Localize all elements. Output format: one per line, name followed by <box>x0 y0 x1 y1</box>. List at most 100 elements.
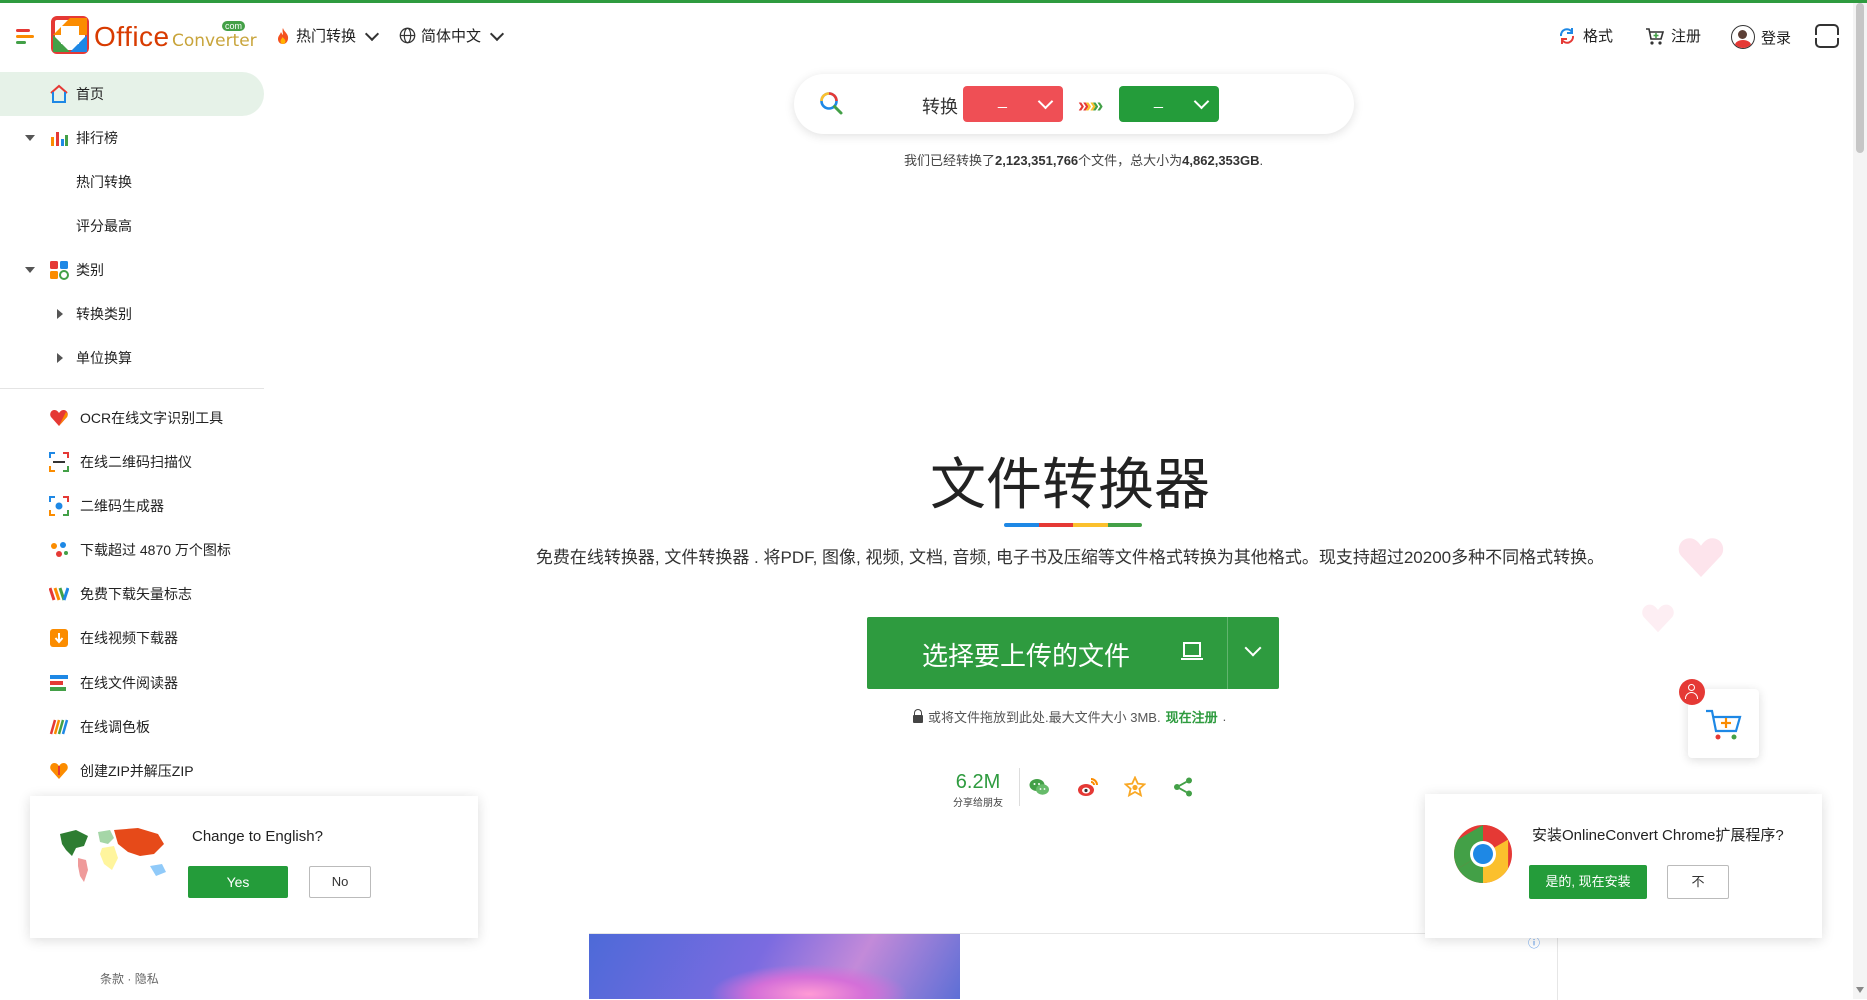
user-badge-icon[interactable] <box>1679 679 1705 705</box>
stats-total-size: 4,862,353GB <box>1182 153 1260 168</box>
weibo-icon[interactable] <box>1077 776 1099 798</box>
register-link[interactable]: 注册 <box>1645 25 1701 46</box>
office-logo-icon <box>51 16 89 54</box>
sidebar-item-unit-convert[interactable]: 单位换算 <box>0 336 264 380</box>
chevron-down-icon <box>489 26 505 41</box>
heart-decoration <box>1642 604 1674 633</box>
privacy-link[interactable]: 隐私 <box>135 972 159 986</box>
split-view-icon[interactable] <box>1814 24 1840 48</box>
cart-icon <box>1706 709 1742 740</box>
scrollbar-thumb[interactable] <box>1856 3 1864 153</box>
computer-icon <box>1181 642 1203 660</box>
sidebar-item-home[interactable]: 首页 <box>0 72 264 116</box>
sidebar-item-ranking[interactable]: 排行榜 <box>0 116 264 160</box>
logo-subtext: Converter <box>172 31 257 51</box>
to-format-value: _ <box>1154 92 1163 109</box>
bar-chart-icon <box>51 132 68 146</box>
sidebar-item-label: 在线调色板 <box>80 719 150 735</box>
language-label: 简体中文 <box>421 28 482 45</box>
to-format-select[interactable]: _ <box>1119 86 1219 122</box>
sidebar-item-top-rated[interactable]: 评分最高 <box>0 204 264 248</box>
no-button[interactable]: No <box>309 866 371 898</box>
sidebar-item-label: 首页 <box>76 86 104 102</box>
caret-down-icon <box>25 135 35 141</box>
chevron-down-icon[interactable] <box>1244 639 1262 657</box>
sidebar-item-label: 转换类别 <box>76 306 132 322</box>
sidebar-tool-zip[interactable]: 创建ZIP并解压ZIP <box>0 749 264 793</box>
header: Office Converter com 热门转换 简体中文 格式 注册 登录 <box>0 3 1867 67</box>
language-popup: Change to English? Yes No <box>30 796 478 938</box>
chevron-down-icon <box>1193 93 1210 110</box>
page-description: 免费在线转换器, 文件转换器 . 将PDF, 图像, 视频, 文档, 音频, 电… <box>535 548 1605 567</box>
sidebar-tool-video-download[interactable]: 在线视频下载器 <box>0 616 264 660</box>
home-icon <box>50 84 68 103</box>
share-icon[interactable] <box>1172 776 1194 798</box>
sidebar-item-label: 免费下载矢量标志 <box>80 586 192 602</box>
chrome-extension-popup: 安装OnlineConvert Chrome扩展程序? 是的, 现在安装 不 <box>1425 794 1822 938</box>
sidebar-item-convert-category[interactable]: 转换类别 <box>0 292 264 336</box>
scroll-down-arrow-icon[interactable] <box>1856 987 1864 993</box>
sidebar-item-label: OCR在线文字识别工具 <box>80 410 224 426</box>
heart-decoration <box>1678 538 1724 577</box>
register-now-link[interactable]: 现在注册 <box>1166 707 1218 726</box>
from-format-select[interactable]: _ <box>963 86 1063 122</box>
convert-arrows-icon <box>1559 27 1575 44</box>
sidebar-item-hot-convert[interactable]: 热门转换 <box>0 160 264 204</box>
sidebar-item-label: 排行榜 <box>76 130 118 146</box>
title-underline <box>1004 523 1142 527</box>
yes-button[interactable]: Yes <box>188 866 288 898</box>
stats-suffix: . <box>1259 153 1264 168</box>
login-link[interactable]: 登录 <box>1731 25 1791 49</box>
scrollbar[interactable] <box>1853 3 1867 999</box>
conversion-stats: 我们已经转换了2,123,351,766个文件，总大小为4,862,353GB. <box>904 150 1263 169</box>
logo[interactable]: Office Converter com <box>50 13 257 59</box>
file-reader-icon <box>50 675 68 691</box>
footer-separator: · <box>127 972 132 986</box>
wechat-icon[interactable] <box>1028 776 1050 798</box>
ad-image[interactable] <box>589 934 960 999</box>
menu-icon[interactable] <box>16 29 34 44</box>
category-icon <box>50 261 69 280</box>
sidebar-item-category[interactable]: 类别 <box>0 248 264 292</box>
share-divider <box>1019 768 1020 806</box>
arrows-icon: »»» <box>1078 95 1103 117</box>
sidebar-item-label: 创建ZIP并解压ZIP <box>80 763 194 779</box>
chevron-down-icon <box>1037 93 1054 110</box>
chrome-question: 安装OnlineConvert Chrome扩展程序? <box>1532 827 1784 844</box>
from-format-value: _ <box>998 92 1007 109</box>
caret-down-icon <box>25 267 35 273</box>
sidebar-divider <box>0 388 264 389</box>
lock-icon <box>913 708 923 723</box>
language-dropdown[interactable]: 简体中文 <box>399 25 505 46</box>
formats-link[interactable]: 格式 <box>1557 25 1613 46</box>
terms-link[interactable]: 条款 <box>100 972 124 986</box>
upload-label: 选择要上传的文件 <box>922 641 1131 671</box>
cart-icon <box>1646 27 1665 45</box>
decline-button[interactable]: 不 <box>1667 865 1729 899</box>
upload-file-button[interactable]: 选择要上传的文件 <box>867 617 1279 689</box>
caret-right-icon <box>57 353 63 363</box>
hot-convert-dropdown[interactable]: 热门转换 <box>275 25 380 46</box>
share-count-number: 6.2M <box>955 771 1001 793</box>
palette-icon <box>49 719 69 735</box>
install-now-button[interactable]: 是的, 现在安装 <box>1529 865 1647 899</box>
star-icon[interactable] <box>1124 776 1146 798</box>
sidebar-item-label: 类别 <box>76 262 104 278</box>
zip-icon <box>50 763 68 779</box>
search-icon[interactable] <box>818 90 844 116</box>
heart-icon <box>50 410 68 426</box>
sidebar-tool-ocr[interactable]: OCR在线文字识别工具 <box>0 396 264 440</box>
login-label: 登录 <box>1761 29 1792 47</box>
sidebar-item-label: 热门转换 <box>76 174 132 190</box>
video-download-icon <box>50 629 68 647</box>
hot-convert-label: 热门转换 <box>296 28 357 45</box>
sidebar-tool-palette[interactable]: 在线调色板 <box>0 705 264 749</box>
register-label: 注册 <box>1671 28 1702 45</box>
convert-search-box: 转换 _ »»» _ <box>794 74 1354 134</box>
upload-hint-text: 或将文件拖放到此处.最大文件大小 3MB. <box>928 710 1161 725</box>
sidebar-tool-vector-logo[interactable]: 免费下载矢量标志 <box>0 572 264 616</box>
footer-links: 条款 · 隐私 <box>100 970 159 987</box>
sidebar-item-label: 在线视频下载器 <box>80 630 178 646</box>
share-count-label: 分享给朋友 <box>953 798 1003 809</box>
sidebar-tool-file-reader[interactable]: 在线文件阅读器 <box>0 661 264 705</box>
